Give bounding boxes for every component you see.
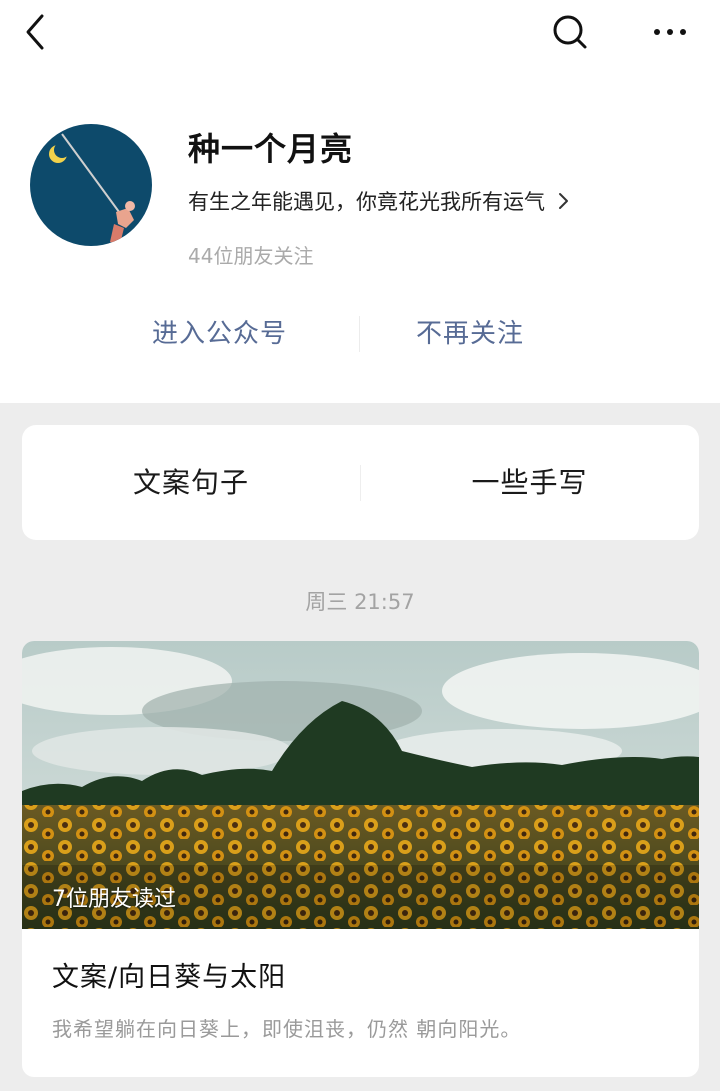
chevron-left-icon (26, 14, 44, 50)
chevron-right-icon (557, 190, 571, 212)
message-timestamp: 周三 21:57 (305, 590, 415, 614)
account-name: 种一个月亮 (188, 130, 354, 168)
search-button[interactable] (548, 12, 592, 52)
menu-item-handwriting[interactable]: 一些手写 (360, 425, 699, 540)
article-summary: 我希望躺在向日葵上，即使沮丧，仍然 朝向阳光。 (52, 1017, 522, 1041)
back-button[interactable] (18, 12, 54, 52)
divider (359, 316, 360, 352)
profile-header: 种一个月亮 有生之年能遇见，你竟花光我所有运气 44位朋友关注 进入公众号 不再… (0, 0, 720, 403)
account-bio-link[interactable]: 有生之年能遇见，你竟花光我所有运气 (188, 186, 571, 216)
more-horizontal-icon (654, 29, 686, 35)
more-button[interactable] (646, 12, 694, 52)
read-count-badge: 7位朋友读过 (52, 887, 176, 912)
account-bio: 有生之年能遇见，你竟花光我所有运气 (188, 190, 545, 214)
enter-account-button[interactable]: 进入公众号 (152, 312, 287, 356)
avatar[interactable] (30, 124, 152, 246)
followers-count: 44位朋友关注 (188, 244, 314, 268)
unfollow-button[interactable]: 不再关注 (416, 312, 524, 356)
account-menu: 文案句子 一些手写 (22, 425, 699, 540)
avatar-moon-illustration (30, 124, 152, 246)
article-title: 文案/向日葵与太阳 (52, 962, 287, 993)
search-icon (553, 15, 587, 49)
article-card[interactable]: 7位朋友读过 文案/向日葵与太阳 我希望躺在向日葵上，即使沮丧，仍然 朝向阳光。 (22, 641, 699, 1077)
menu-item-quotes[interactable]: 文案句子 (22, 425, 360, 540)
